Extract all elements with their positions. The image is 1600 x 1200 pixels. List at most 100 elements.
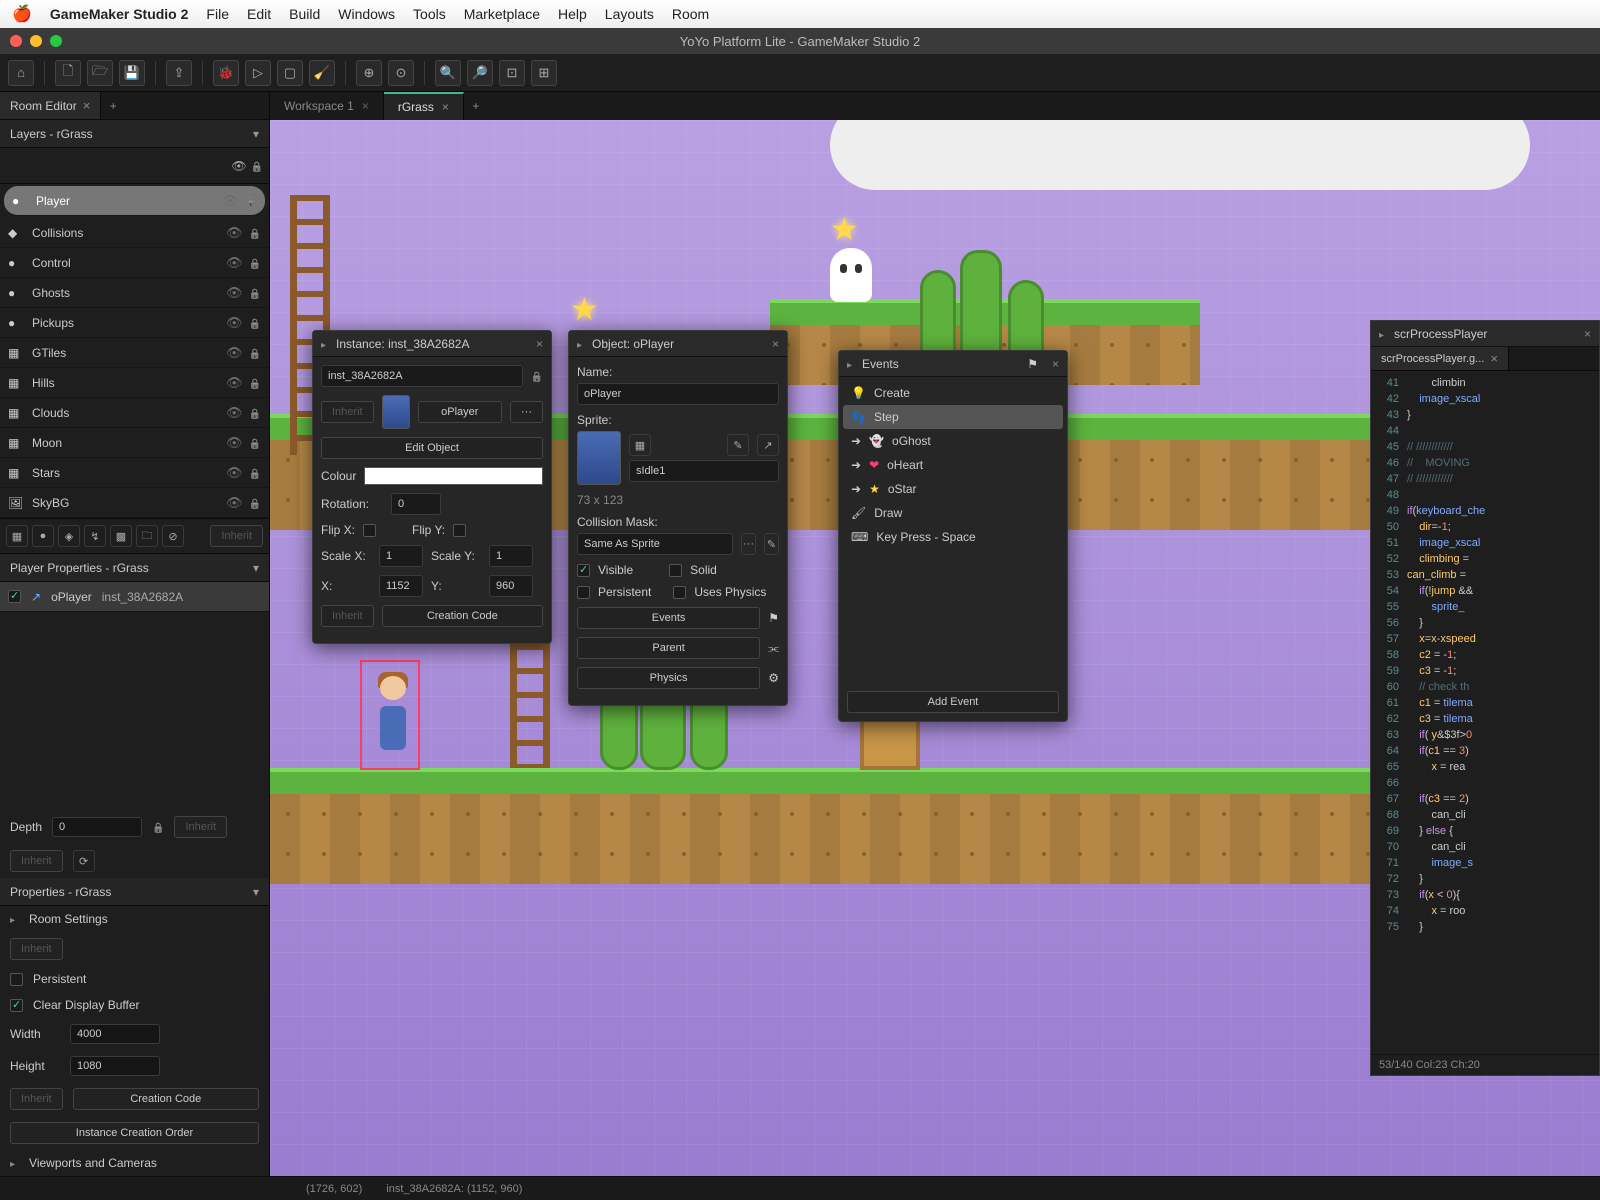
visibility-icon[interactable]: [226, 375, 243, 391]
collision-mask-select[interactable]: [577, 533, 733, 555]
tab-add-button[interactable]: +: [101, 99, 125, 113]
event-row[interactable]: ➜👻oGhost: [843, 429, 1063, 453]
room-settings-label[interactable]: Room Settings: [29, 912, 108, 926]
creation-code-button[interactable]: Creation Code: [382, 605, 543, 627]
persistent-checkbox[interactable]: [10, 973, 23, 986]
panel-close-icon[interactable]: ×: [536, 337, 543, 351]
menu-layouts[interactable]: Layouts: [605, 6, 654, 22]
layer-row-moon[interactable]: ▦Moon: [0, 428, 269, 458]
clear-display-checkbox[interactable]: [10, 999, 23, 1012]
panel-close-icon[interactable]: ×: [1052, 357, 1059, 371]
event-row[interactable]: 💡Create: [843, 381, 1063, 405]
menu-file[interactable]: File: [206, 6, 229, 22]
parent-button[interactable]: Parent: [577, 637, 760, 659]
layer-row-clouds[interactable]: ▦Clouds: [0, 398, 269, 428]
room-canvas[interactable]: ★ ★ Instance: inst_38A2682A×: [270, 120, 1600, 1176]
colour-swatch[interactable]: [364, 467, 543, 485]
x-input[interactable]: [379, 575, 423, 597]
sprite-edit-icon[interactable]: ✎: [727, 434, 749, 456]
instance-order-button[interactable]: Instance Creation Order: [10, 1122, 259, 1144]
instance-panel[interactable]: Instance: inst_38A2682A× Inherit oPlayer…: [312, 330, 552, 644]
visibility-icon[interactable]: [222, 193, 239, 209]
instance-checkbox[interactable]: [8, 590, 21, 603]
depth-input[interactable]: [52, 817, 142, 837]
y-input[interactable]: [489, 575, 533, 597]
inst-object-menu[interactable]: ···: [510, 401, 543, 423]
visibility-icon[interactable]: [226, 465, 243, 481]
lock-icon[interactable]: [249, 495, 261, 511]
refresh-icon[interactable]: ⟳: [73, 850, 95, 872]
sprite-open-icon[interactable]: ↗: [757, 434, 779, 456]
code-editor[interactable]: 41 climbin42 image_xscal43}4445// //////…: [1371, 371, 1599, 1054]
scaley-input[interactable]: [489, 545, 533, 567]
export-button[interactable]: ⇪: [166, 60, 192, 86]
workspace-tab-1[interactable]: Workspace 1×: [270, 92, 384, 120]
layers-header[interactable]: Layers - rGrass: [0, 120, 269, 148]
layer-row-hills[interactable]: ▦Hills: [0, 368, 269, 398]
visibility-toggle-icon[interactable]: [231, 159, 246, 173]
player-instance[interactable]: [360, 660, 420, 770]
inst-inherit-button[interactable]: Inherit: [321, 401, 374, 423]
menu-help[interactable]: Help: [558, 6, 587, 22]
menu-room[interactable]: Room: [672, 6, 709, 22]
panel-close-icon[interactable]: ×: [772, 337, 779, 351]
sprite-new-icon[interactable]: ▦: [629, 434, 651, 456]
layer-row-collisions[interactable]: ◆Collisions: [0, 218, 269, 248]
menu-build[interactable]: Build: [289, 6, 320, 22]
room-height-input[interactable]: [70, 1056, 160, 1076]
viewports-label[interactable]: Viewports and Cameras: [29, 1156, 157, 1170]
sprite-name-input[interactable]: [629, 460, 779, 482]
lock-icon[interactable]: [249, 405, 261, 421]
visibility-icon[interactable]: [226, 285, 243, 301]
persistent-checkbox[interactable]: [577, 586, 590, 599]
panel-close-icon[interactable]: ×: [1584, 327, 1591, 341]
instance-list-row[interactable]: ↗ oPlayer inst_38A2682A: [0, 582, 269, 612]
event-row[interactable]: ➜❤oHeart: [843, 453, 1063, 477]
lock-toggle-icon[interactable]: [251, 159, 263, 173]
room-width-input[interactable]: [70, 1024, 160, 1044]
config-button[interactable]: ⊙: [388, 60, 414, 86]
flipy-checkbox[interactable]: [453, 524, 466, 537]
layer-asset-icon[interactable]: ▩: [110, 525, 132, 547]
dock-button[interactable]: ⊞: [531, 60, 557, 86]
lock-icon[interactable]: [152, 820, 164, 834]
lock-icon[interactable]: [249, 465, 261, 481]
event-row[interactable]: 🖌Draw: [843, 501, 1063, 525]
layer-row-pickups[interactable]: ●Pickups: [0, 308, 269, 338]
visible-checkbox[interactable]: [577, 564, 590, 577]
mask-menu-icon[interactable]: ···: [741, 533, 756, 555]
target-button[interactable]: ⊕: [356, 60, 382, 86]
physics-checkbox[interactable]: [673, 586, 686, 599]
minimize-icon[interactable]: [30, 35, 42, 47]
events-panel[interactable]: Events⚑× 💡Create👣Step➜👻oGhost➜❤oHeart➜★o…: [838, 350, 1068, 722]
room-props-header[interactable]: Properties - rGrass: [0, 878, 269, 906]
zoom-in-button[interactable]: 🔍: [435, 60, 461, 86]
visibility-icon[interactable]: [226, 495, 243, 511]
menu-edit[interactable]: Edit: [247, 6, 271, 22]
open-button[interactable]: 🗁: [87, 60, 113, 86]
object-name-input[interactable]: [577, 383, 779, 405]
menu-windows[interactable]: Windows: [338, 6, 395, 22]
cc-inherit-button[interactable]: Inherit: [321, 605, 374, 627]
workspace-tab-rgrass[interactable]: rGrass×: [384, 92, 464, 120]
close-icon[interactable]: [10, 35, 22, 47]
visibility-icon[interactable]: [226, 405, 243, 421]
workspace-add-tab[interactable]: +: [464, 99, 488, 113]
lock-icon[interactable]: [249, 375, 261, 391]
edit-object-button[interactable]: Edit Object: [321, 437, 543, 459]
layer-folder-icon[interactable]: 🗀: [136, 525, 158, 547]
zoom-reset-button[interactable]: ⊡: [499, 60, 525, 86]
lock-icon[interactable]: [249, 225, 261, 241]
physics-button[interactable]: Physics: [577, 667, 760, 689]
layer-row-ghosts[interactable]: ●Ghosts: [0, 278, 269, 308]
add-event-button[interactable]: Add Event: [847, 691, 1059, 713]
depth-inherit-button[interactable]: Inherit: [174, 816, 227, 838]
maximize-icon[interactable]: [50, 35, 62, 47]
debug-button[interactable]: 🐞: [213, 60, 239, 86]
layer-row-player[interactable]: ●Player: [4, 186, 265, 216]
save-button[interactable]: 💾: [119, 60, 145, 86]
visibility-icon[interactable]: [226, 345, 243, 361]
menu-tools[interactable]: Tools: [413, 6, 446, 22]
lock-icon[interactable]: [249, 255, 261, 271]
room-creation-code-button[interactable]: Creation Code: [73, 1088, 259, 1110]
